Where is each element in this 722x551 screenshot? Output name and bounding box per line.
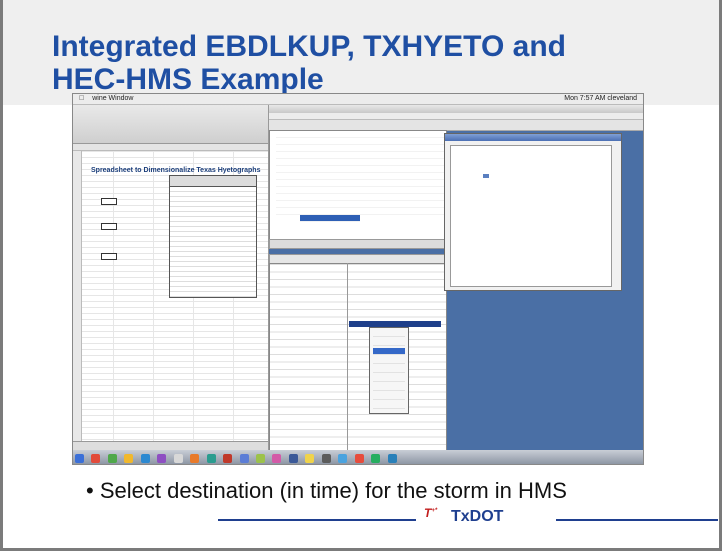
menu-item-disabled <box>373 366 405 373</box>
slide-title: Integrated EBDLKUP, TXHYETO and HEC-HMS … <box>52 30 692 96</box>
app-icon[interactable] <box>91 454 101 463</box>
app-icon[interactable] <box>239 454 249 463</box>
tree-item[interactable] <box>276 145 446 152</box>
tree-item[interactable] <box>276 180 446 187</box>
menubar-clock: Mon 7:57 AM cleveland <box>564 95 637 102</box>
sheet-tabs[interactable] <box>73 441 268 450</box>
txdot-logo-icon: T+* <box>424 506 438 520</box>
app-icon[interactable] <box>272 454 282 463</box>
hyetograph-table <box>169 175 257 298</box>
app-icon[interactable] <box>321 454 331 463</box>
tree-item[interactable] <box>276 208 446 215</box>
excel-toolbar <box>73 105 268 144</box>
tree-item-selected[interactable] <box>300 215 360 222</box>
explorer-tabs[interactable] <box>269 239 447 249</box>
app-icon[interactable] <box>371 454 381 463</box>
tree-item[interactable] <box>276 166 446 173</box>
app-icon[interactable] <box>190 454 200 463</box>
app-icon[interactable] <box>173 454 183 463</box>
app-icon[interactable] <box>124 454 134 463</box>
slide-title-line1: Integrated EBDLKUP, TXHYETO and <box>52 30 566 63</box>
mac-menubar:  wine Window Mon 7:57 AM cleveland <box>73 94 643 105</box>
menu-item-fill[interactable] <box>373 393 405 400</box>
app-icon[interactable] <box>255 454 265 463</box>
basin-canvas[interactable] <box>450 145 612 287</box>
menu-item-export[interactable] <box>373 402 405 409</box>
tree-item[interactable] <box>276 194 446 201</box>
table-column-divider <box>347 263 348 450</box>
hec-hms-window <box>269 105 643 452</box>
app-icon[interactable] <box>288 454 298 463</box>
mac-dock <box>73 450 643 464</box>
table-header <box>170 176 256 187</box>
hms-titlebar <box>269 105 643 113</box>
tree-item[interactable] <box>276 152 446 159</box>
excel-column-headers <box>73 144 268 151</box>
storm-duration-input[interactable] <box>101 198 117 205</box>
app-icon[interactable] <box>387 454 397 463</box>
app-icon[interactable] <box>305 454 315 463</box>
storm-depth-input[interactable] <box>101 223 117 230</box>
tree-item[interactable] <box>276 201 446 208</box>
hms-menubar[interactable] <box>269 113 643 120</box>
app-icon[interactable] <box>206 454 216 463</box>
footer-rule-right <box>556 519 718 521</box>
tree-item[interactable] <box>276 173 446 180</box>
app-icon[interactable] <box>140 454 150 463</box>
tree-item[interactable] <box>276 187 446 194</box>
time-interval-input[interactable] <box>101 253 117 260</box>
embedded-screenshot:  wine Window Mon 7:57 AM cleveland Spre… <box>72 93 644 465</box>
footer-rule-left <box>218 519 416 521</box>
bullet-dot: • <box>86 478 100 503</box>
apple-icon:  <box>79 95 84 102</box>
menu-item-disabled <box>373 357 405 364</box>
menu-item-disabled <box>373 375 405 382</box>
basin-model-window[interactable] <box>444 133 622 291</box>
time-series-table[interactable] <box>269 263 447 452</box>
txdot-brand: TxDOT <box>451 508 504 525</box>
bullet-text: Select destination (in time) for the sto… <box>99 478 567 503</box>
excel-row-headers <box>73 151 82 441</box>
menu-item-copy[interactable] <box>373 339 405 346</box>
tree-item[interactable] <box>276 138 446 145</box>
excel-window: Spreadsheet to Dimensionalize Texas Hyet… <box>73 105 269 450</box>
finder-icon[interactable] <box>75 454 84 463</box>
context-menu[interactable] <box>369 327 409 414</box>
slide-title-line2: HEC-HMS Example <box>52 63 324 96</box>
app-icon[interactable] <box>107 454 117 463</box>
tree-item[interactable] <box>276 131 446 138</box>
basin-titlebar[interactable] <box>445 134 621 141</box>
menu-item-paste[interactable] <box>373 348 405 355</box>
app-icon[interactable] <box>223 454 233 463</box>
txdot-footer: T+* TxDOT <box>218 506 718 527</box>
app-icon[interactable] <box>354 454 364 463</box>
tree-item[interactable] <box>276 159 446 166</box>
menubar-left-label: wine Window <box>85 95 133 102</box>
menu-item-cut[interactable] <box>373 330 405 337</box>
app-icon[interactable] <box>157 454 167 463</box>
app-icon[interactable] <box>338 454 348 463</box>
subbasin-icon[interactable] <box>483 174 489 178</box>
table-row <box>170 292 256 297</box>
sheet-title: Spreadsheet to Dimensionalize Texas Hyet… <box>91 167 261 174</box>
bullet-point: • Select destination (in time) for the s… <box>86 478 567 504</box>
menu-item-clear[interactable] <box>373 384 405 391</box>
watershed-explorer[interactable] <box>269 130 447 240</box>
